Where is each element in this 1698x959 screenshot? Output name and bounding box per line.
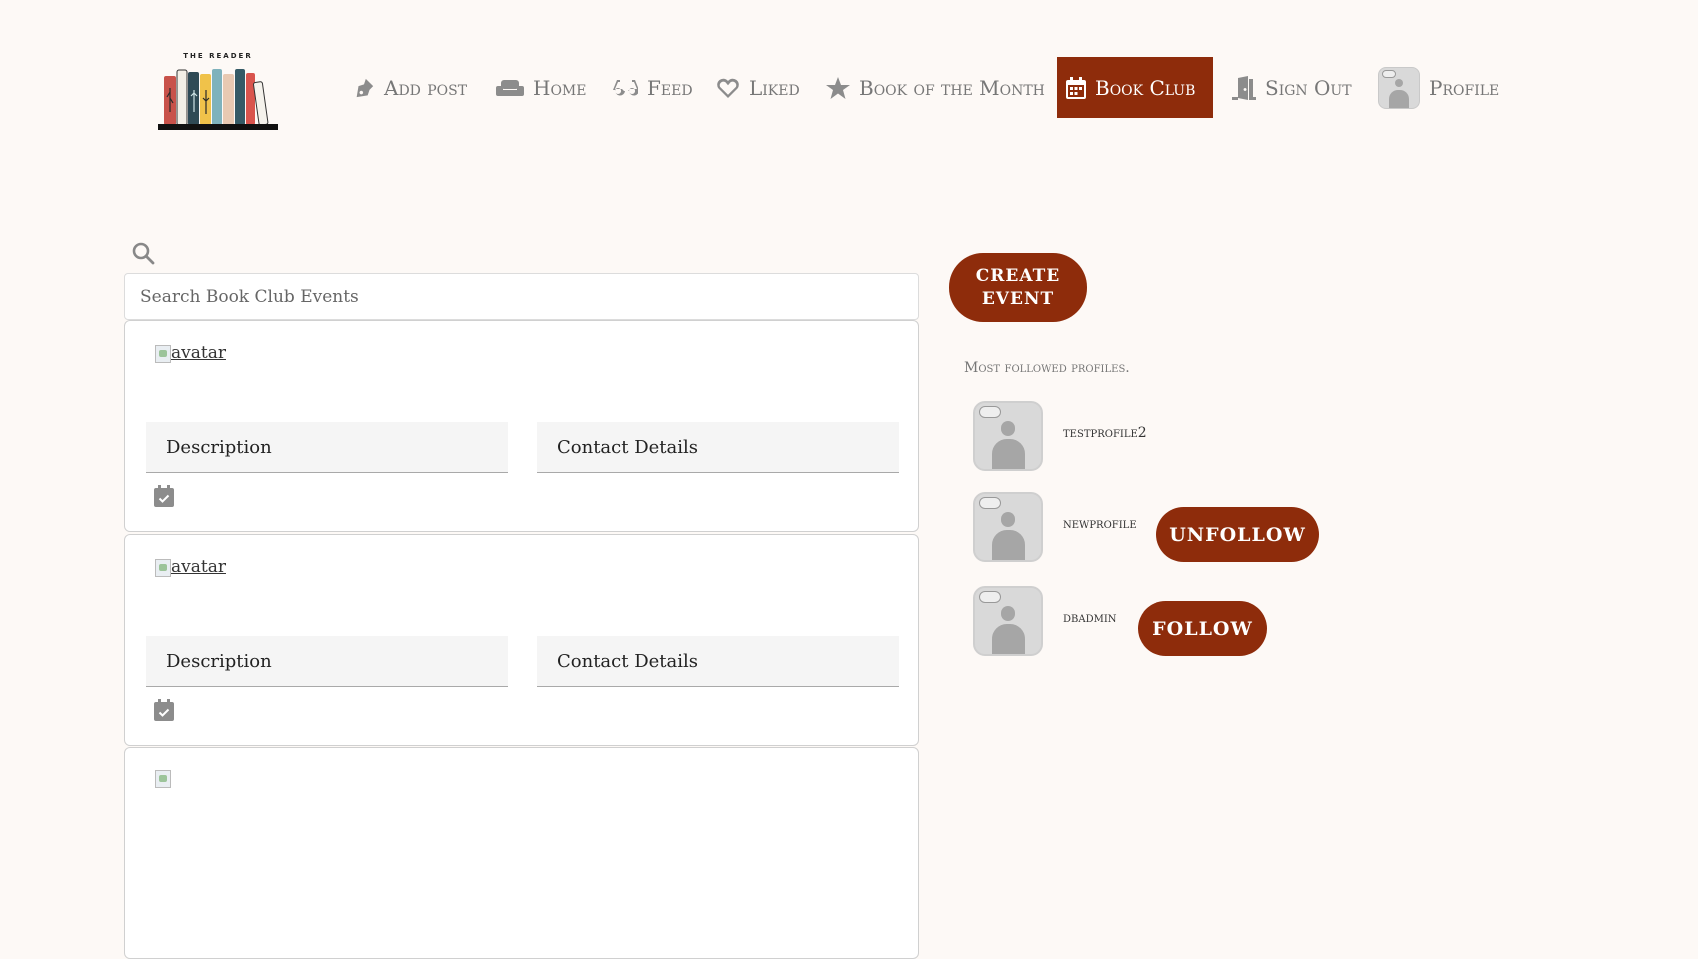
nav-label: Book of the Month: [859, 75, 1045, 100]
avatar[interactable]: [973, 586, 1043, 656]
calendar-check-icon: [154, 699, 174, 721]
nav-label: Add post: [384, 75, 468, 100]
nav-label: Book Club: [1095, 75, 1196, 100]
avatar: [1378, 66, 1420, 109]
nav-label: Feed: [647, 75, 693, 100]
most-followed-title: Most followed profiles.: [964, 360, 1130, 376]
tab-description[interactable]: Description: [146, 422, 508, 473]
nav-sign-out[interactable]: Sign Out: [1223, 57, 1361, 118]
bookshelf-logo-icon: [158, 69, 278, 130]
event-card: avatar Description Contact Details: [124, 320, 919, 532]
nav-liked[interactable]: Liked: [707, 57, 809, 118]
calendar-icon: [1066, 76, 1086, 99]
nav-label: Profile: [1429, 75, 1500, 100]
profile-name[interactable]: testprofile2: [1063, 425, 1147, 441]
logo-text: THE READER: [183, 52, 253, 60]
avatar[interactable]: [973, 492, 1043, 562]
profile-name[interactable]: dbadmin: [1063, 610, 1117, 626]
nav-label: Home: [533, 75, 587, 100]
avatar-alt-text: avatar: [171, 557, 226, 577]
glasses-icon: [613, 79, 638, 96]
search-icon: [132, 242, 155, 265]
star-icon: [826, 76, 850, 99]
couch-icon: [496, 79, 524, 96]
search-input[interactable]: [124, 273, 919, 320]
broken-image-icon: [155, 559, 171, 577]
tab-description[interactable]: Description: [146, 636, 508, 687]
nav-book-of-the-month[interactable]: Book of the Month: [817, 57, 1054, 118]
event-card: avatar Description Contact Details: [124, 534, 919, 746]
nav-feed[interactable]: Feed: [603, 57, 702, 118]
event-avatar-link[interactable]: avatar: [155, 557, 226, 577]
door-open-icon: [1232, 75, 1256, 100]
nav-book-club[interactable]: Book Club: [1057, 57, 1213, 118]
unfollow-button[interactable]: UNFOLLOW: [1156, 507, 1319, 562]
tab-contact-details[interactable]: Contact Details: [537, 636, 899, 687]
profile-name[interactable]: newprofile: [1063, 516, 1137, 532]
pen-nib-icon: [356, 78, 374, 97]
calendar-check-icon: [154, 485, 174, 507]
nav-home[interactable]: Home: [487, 57, 595, 118]
event-card: [124, 747, 919, 959]
avatar-alt-text: avatar: [171, 343, 226, 363]
tab-contact-details[interactable]: Contact Details: [537, 422, 899, 473]
heart-icon: [717, 78, 739, 98]
create-event-button[interactable]: CREATE EVENT: [949, 253, 1087, 322]
broken-image-icon: [155, 770, 171, 788]
nav-profile[interactable]: Profile: [1369, 57, 1508, 118]
logo[interactable]: THE READER: [156, 52, 280, 132]
nav-add-post[interactable]: Add post: [344, 57, 476, 118]
nav-label: Liked: [749, 75, 800, 100]
navbar: THE READER Add post Home Feed Liked Book…: [0, 0, 1698, 175]
broken-image-icon: [155, 345, 171, 363]
nav-label: Sign Out: [1265, 75, 1352, 100]
avatar[interactable]: [973, 401, 1043, 471]
event-avatar-link[interactable]: avatar: [155, 343, 226, 363]
follow-button[interactable]: FOLLOW: [1138, 601, 1267, 656]
